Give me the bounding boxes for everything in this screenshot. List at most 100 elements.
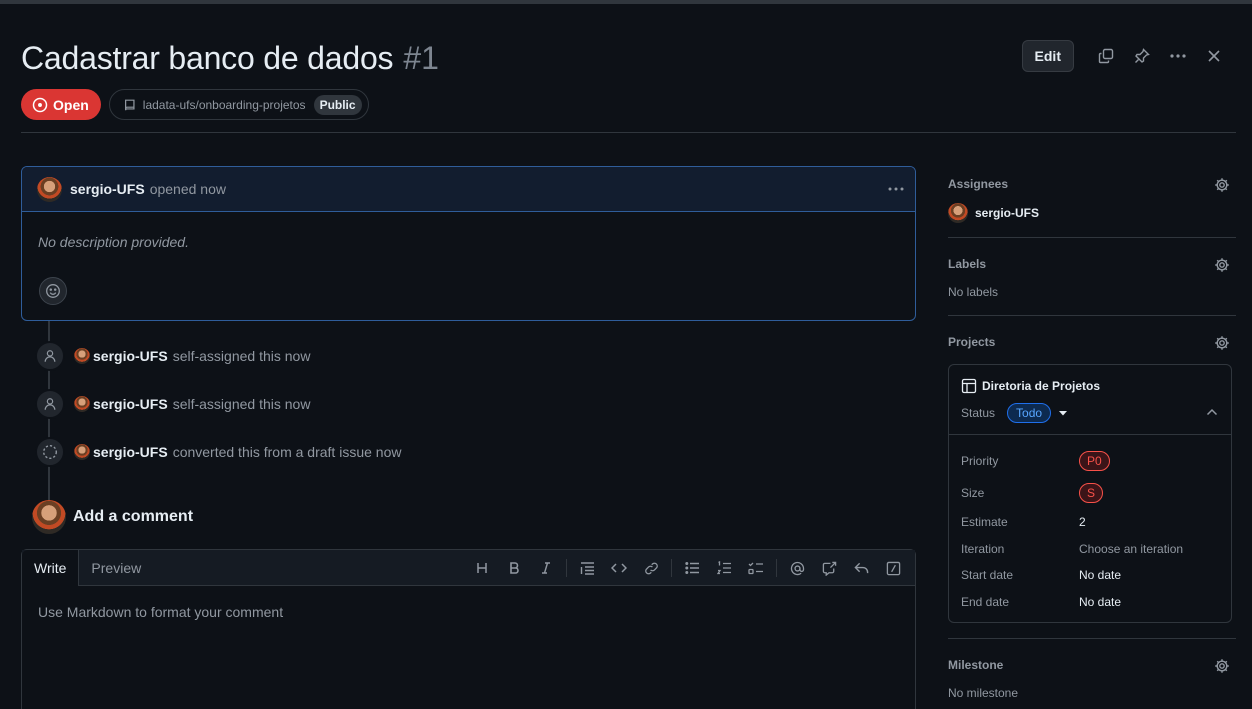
toolbar-separator <box>776 559 777 577</box>
field-estimate[interactable]: Estimate 2 <box>961 509 1219 536</box>
heading-icon[interactable] <box>466 554 498 582</box>
kebab-horizontal-icon[interactable] <box>887 181 905 200</box>
status-label: Status <box>961 406 996 420</box>
assignees-section: Assignees sergio-UFS <box>948 177 1236 223</box>
issue-title: Cadastrar banco de dados <box>21 39 394 76</box>
quote-icon[interactable] <box>571 554 603 582</box>
timeline-event: sergio-UFS converted this from a draft i… <box>35 437 401 467</box>
edit-button[interactable]: Edit <box>1021 40 1074 72</box>
header-divider <box>21 132 1236 133</box>
project-name[interactable]: Diretoria de Projetos <box>982 379 1100 393</box>
open-state-label: Open <box>53 96 89 113</box>
field-key: Estimate <box>961 515 1008 530</box>
project-card-header: Diretoria de Projetos Status Todo <box>949 365 1231 435</box>
size-badge: S <box>1079 483 1104 503</box>
field-key: Start date <box>961 568 1014 583</box>
sidebar-divider <box>948 315 1236 316</box>
smiley-icon[interactable] <box>39 277 67 305</box>
field-key: Iteration <box>961 541 1005 556</box>
table-icon <box>961 378 977 394</box>
copy-icon[interactable] <box>1088 40 1124 72</box>
gear-icon[interactable] <box>1214 257 1230 276</box>
event-author[interactable]: sergio-UFS <box>93 396 168 412</box>
add-comment-heading: Add a comment <box>73 508 194 525</box>
ordered-list-icon[interactable] <box>708 554 740 582</box>
open-state-badge: Open <box>21 89 101 120</box>
issue-opened-icon <box>32 97 48 112</box>
field-value: No date <box>1079 594 1122 609</box>
projects-title: Projects <box>948 335 996 349</box>
editor-tabs: Write Preview <box>22 550 915 586</box>
bold-icon[interactable] <box>498 554 530 582</box>
markdown-toolbar <box>466 550 909 586</box>
issue-state-row: Open ladata-ufs/onboarding-projetos Publ… <box>21 89 369 120</box>
assignees-title: Assignees <box>948 177 1009 191</box>
toolbar-separator <box>566 559 567 577</box>
avatar[interactable] <box>74 444 90 460</box>
comment-author[interactable]: sergio-UFS <box>70 181 145 197</box>
project-name-row[interactable]: Diretoria de Projetos <box>961 378 1219 394</box>
timeline-event: sergio-UFS self-assigned this now <box>35 389 310 419</box>
status-badge[interactable]: Todo <box>1007 403 1052 423</box>
field-key: End date <box>961 594 1010 609</box>
sidebar-divider <box>948 638 1236 639</box>
avatar[interactable] <box>74 396 90 412</box>
kebab-horizontal-icon[interactable] <box>1160 40 1196 72</box>
milestone-value: No milestone <box>948 686 1019 700</box>
avatar[interactable] <box>74 348 90 364</box>
field-iteration[interactable]: Iteration Choose an iteration <box>961 536 1219 563</box>
field-value: Choose an iteration <box>1079 541 1184 556</box>
issue-title-row: Cadastrar banco de dados #1 <box>21 38 439 78</box>
pin-icon[interactable] <box>1124 40 1160 72</box>
labels-section: Labels No labels <box>948 257 1236 299</box>
task-list-icon[interactable] <box>740 554 772 582</box>
triangle-down-icon[interactable] <box>1058 406 1068 420</box>
visibility-badge: Public <box>313 94 362 115</box>
gear-icon[interactable] <box>1214 658 1230 677</box>
tab-write[interactable]: Write <box>22 550 80 586</box>
issue-number: #1 <box>403 39 439 76</box>
window-top-border <box>0 0 1252 4</box>
gear-icon[interactable] <box>1214 177 1230 196</box>
field-key: Size <box>961 486 985 500</box>
tab-preview[interactable]: Preview <box>79 550 153 585</box>
code-icon[interactable] <box>603 554 635 582</box>
unordered-list-icon[interactable] <box>676 554 708 582</box>
repository-name[interactable]: ladata-ufs/onboarding-projetos <box>143 98 306 112</box>
issue-body-comment: sergio-UFS opened now No description pro… <box>21 166 916 321</box>
italic-icon[interactable] <box>530 554 562 582</box>
avatar <box>32 500 66 534</box>
project-status-row: Status Todo <box>961 403 1219 423</box>
assignee-item[interactable]: sergio-UFS <box>948 203 1236 223</box>
field-size[interactable]: Size S <box>961 477 1219 509</box>
dashed-circle-icon <box>35 437 65 467</box>
repo-icon <box>124 99 135 110</box>
repository-pill[interactable]: ladata-ufs/onboarding-projetos Public <box>108 89 369 120</box>
event-author[interactable]: sergio-UFS <box>93 444 168 460</box>
person-icon <box>35 341 65 371</box>
field-priority[interactable]: Priority P0 <box>961 445 1219 477</box>
mention-icon[interactable] <box>781 554 813 582</box>
event-author[interactable]: sergio-UFS <box>93 348 168 364</box>
comment-textarea[interactable]: Use Markdown to format your comment <box>22 586 915 638</box>
close-icon[interactable] <box>1196 40 1232 72</box>
field-start-date[interactable]: Start date No date <box>961 562 1219 589</box>
cross-reference-icon[interactable] <box>813 554 845 582</box>
assignee-name[interactable]: sergio-UFS <box>975 206 1039 220</box>
link-icon[interactable] <box>635 554 667 582</box>
labels-value: No labels <box>948 285 999 299</box>
person-icon <box>35 389 65 419</box>
avatar[interactable] <box>37 176 62 202</box>
event-text: self-assigned this now <box>172 348 311 364</box>
milestone-title: Milestone <box>948 658 1004 672</box>
chevron-up-icon[interactable] <box>1205 405 1219 422</box>
field-end-date[interactable]: End date No date <box>961 589 1219 616</box>
slash-command-icon[interactable] <box>877 554 909 582</box>
event-text: self-assigned this now <box>172 396 311 412</box>
header-actions: Edit <box>1021 40 1232 72</box>
timeline-event: sergio-UFS self-assigned this now <box>35 341 310 371</box>
reply-icon[interactable] <box>845 554 877 582</box>
gear-icon[interactable] <box>1214 335 1230 354</box>
add-comment-header: Add a comment <box>32 500 193 534</box>
priority-badge: P0 <box>1079 451 1110 471</box>
